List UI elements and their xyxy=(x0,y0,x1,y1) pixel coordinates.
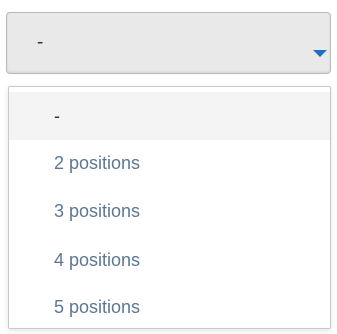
positions-select[interactable]: - xyxy=(6,12,331,74)
option-none[interactable]: - xyxy=(9,92,330,140)
option-2-positions[interactable]: 2 positions xyxy=(9,139,330,187)
select-current-value: - xyxy=(37,32,44,53)
select-dropdown-list: - 2 positions 3 positions 4 positions 5 … xyxy=(8,86,331,329)
option-4-positions[interactable]: 4 positions xyxy=(9,236,330,284)
caret-down-icon[interactable] xyxy=(313,50,327,57)
option-3-positions[interactable]: 3 positions xyxy=(9,187,330,235)
option-5-positions[interactable]: 5 positions xyxy=(9,283,330,328)
select-widget: - - 2 positions 3 positions 4 positions … xyxy=(0,0,337,334)
